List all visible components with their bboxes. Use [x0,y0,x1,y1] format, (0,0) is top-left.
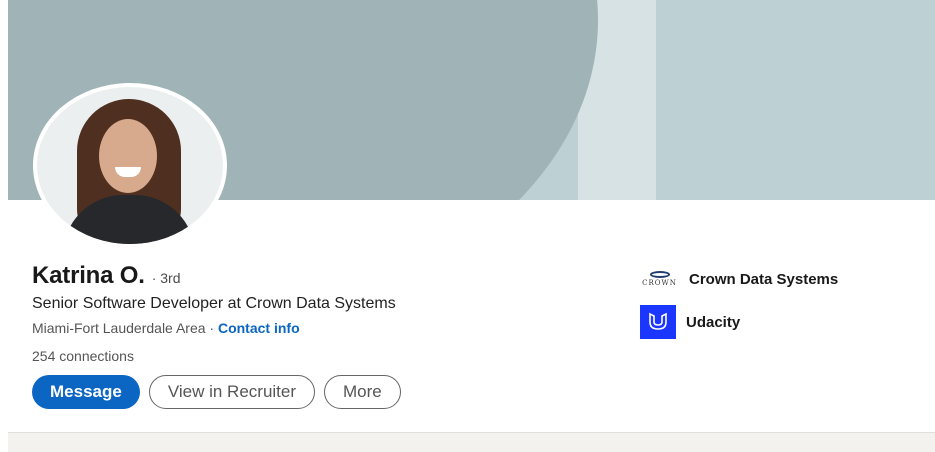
message-button[interactable]: Message [32,375,140,409]
profile-headline: Senior Software Developer at Crown Data … [32,295,396,312]
profile-info: Katrina O. · 3rd Senior Software Develop… [32,262,396,364]
location-row: Miami-Fort Lauderdale Area · Contact inf… [32,320,396,336]
connection-degree: · 3rd [151,270,181,286]
udacity-u-icon [649,312,667,330]
profile-organizations: CROWN Crown Data Systems Udacity [640,262,838,348]
crown-data-systems-logo-icon: CROWN [640,262,679,296]
org-udacity[interactable]: Udacity [640,305,838,339]
photo-face [99,119,157,193]
more-button[interactable]: More [324,375,401,409]
name-row: Katrina O. · 3rd [32,262,396,290]
profile-location: Miami-Fort Lauderdale Area · [32,320,215,336]
profile-card: Katrina O. · 3rd Senior Software Develop… [8,0,935,432]
org-name: Udacity [686,313,741,331]
next-section-edge [8,432,935,452]
crown-logo-text: CROWN [642,279,677,287]
org-name: Crown Data Systems [689,270,839,288]
connections-count: 254 connections [32,348,134,364]
profile-actions: Message View in Recruiter More [32,375,401,409]
view-in-recruiter-button[interactable]: View in Recruiter [148,375,316,409]
profile-name: Katrina O. [32,262,145,289]
contact-info-link[interactable]: Contact info [218,320,300,336]
profile-photo[interactable] [33,83,227,248]
udacity-logo-icon [640,305,676,339]
profile-photo-image [37,87,223,244]
crown-mark-icon [649,271,670,278]
org-crown-data-systems[interactable]: CROWN Crown Data Systems [640,262,838,296]
